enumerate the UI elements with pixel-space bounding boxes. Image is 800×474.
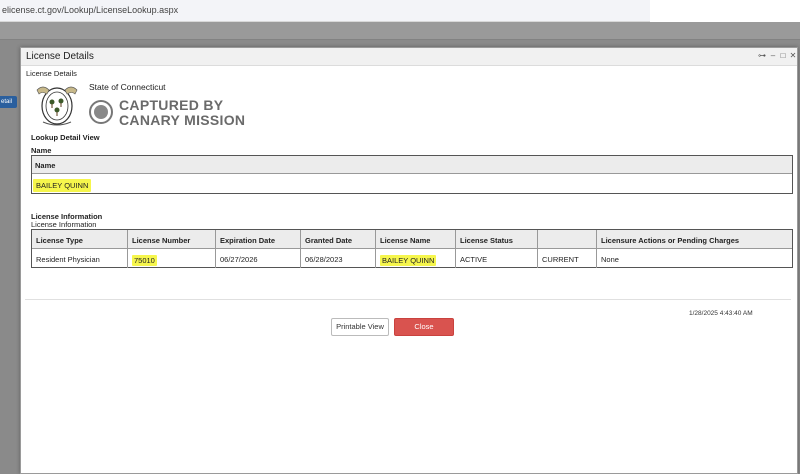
name-table: Name BAILEY QUINN [31,155,793,194]
pin-icon[interactable]: ⊶ [758,51,766,60]
license-details-dialog: License Details ⊶ – □ ✕ License Details … [20,47,798,474]
maximize-icon[interactable]: □ [779,51,787,60]
connecticut-seal-icon [36,86,78,126]
background-detail-button[interactable]: etail [0,96,17,108]
license-table-header: License Type License Number Expiration D… [32,230,792,249]
cell-licensure-actions: None [601,255,619,264]
header-license-status: License Status [456,230,538,249]
address-bar-blank [650,0,800,22]
dialog-title: License Details [26,51,94,62]
cell-license-name: BAILEY QUINN [376,249,456,268]
cell-license-type: Resident Physician [32,249,128,268]
watermark-line-1: CAPTURED BY [119,97,224,113]
timestamp: 1/28/2025 4:43:40 AM [689,310,753,317]
state-name: State of Connecticut [89,82,166,92]
header-license-number: License Number [128,230,216,249]
header-blank [538,230,597,249]
cell-current: CURRENT [538,249,597,268]
header-granted-date: Granted Date [301,230,376,249]
header-license-name: License Name [376,230,456,249]
lookup-heading: Lookup Detail View [31,133,100,142]
close-button[interactable]: Close [394,318,454,336]
printable-view-button[interactable]: Printable View [331,318,389,336]
table-row: Resident Physician 75010 06/27/2026 06/2… [32,249,792,268]
dialog-titlebar: License Details ⊶ – □ ✕ [21,48,797,66]
breadcrumb: License Details [26,69,77,78]
background-toolbar [0,22,800,40]
cell-granted-date: 06/28/2023 [301,249,376,268]
cell-license-status: ACTIVE [456,249,538,268]
url-text[interactable]: elicense.ct.gov/Lookup/LicenseLookup.asp… [2,5,178,15]
browser-address-bar[interactable]: elicense.ct.gov/Lookup/LicenseLookup.asp… [0,0,800,22]
license-table: License Type License Number Expiration D… [31,229,793,268]
canary-mission-logo-icon [89,100,113,124]
header-license-type: License Type [32,230,128,249]
name-table-header: Name [32,156,792,174]
watermark-line-2: CANARY MISSION [119,112,246,128]
name-column-header: Name [35,161,56,170]
divider [25,299,791,300]
name-value: BAILEY QUINN [33,179,92,192]
minimize-icon[interactable]: – [769,51,777,60]
header-expiration-date: Expiration Date [216,230,301,249]
close-icon[interactable]: ✕ [789,51,797,60]
cell-license-number: 75010 [128,249,216,268]
license-subheading: License Information [31,220,97,229]
header-licensure-actions: Licensure Actions or Pending Charges [601,236,740,245]
name-label: Name [31,146,52,155]
cell-expiration-date: 06/27/2026 [216,249,301,268]
